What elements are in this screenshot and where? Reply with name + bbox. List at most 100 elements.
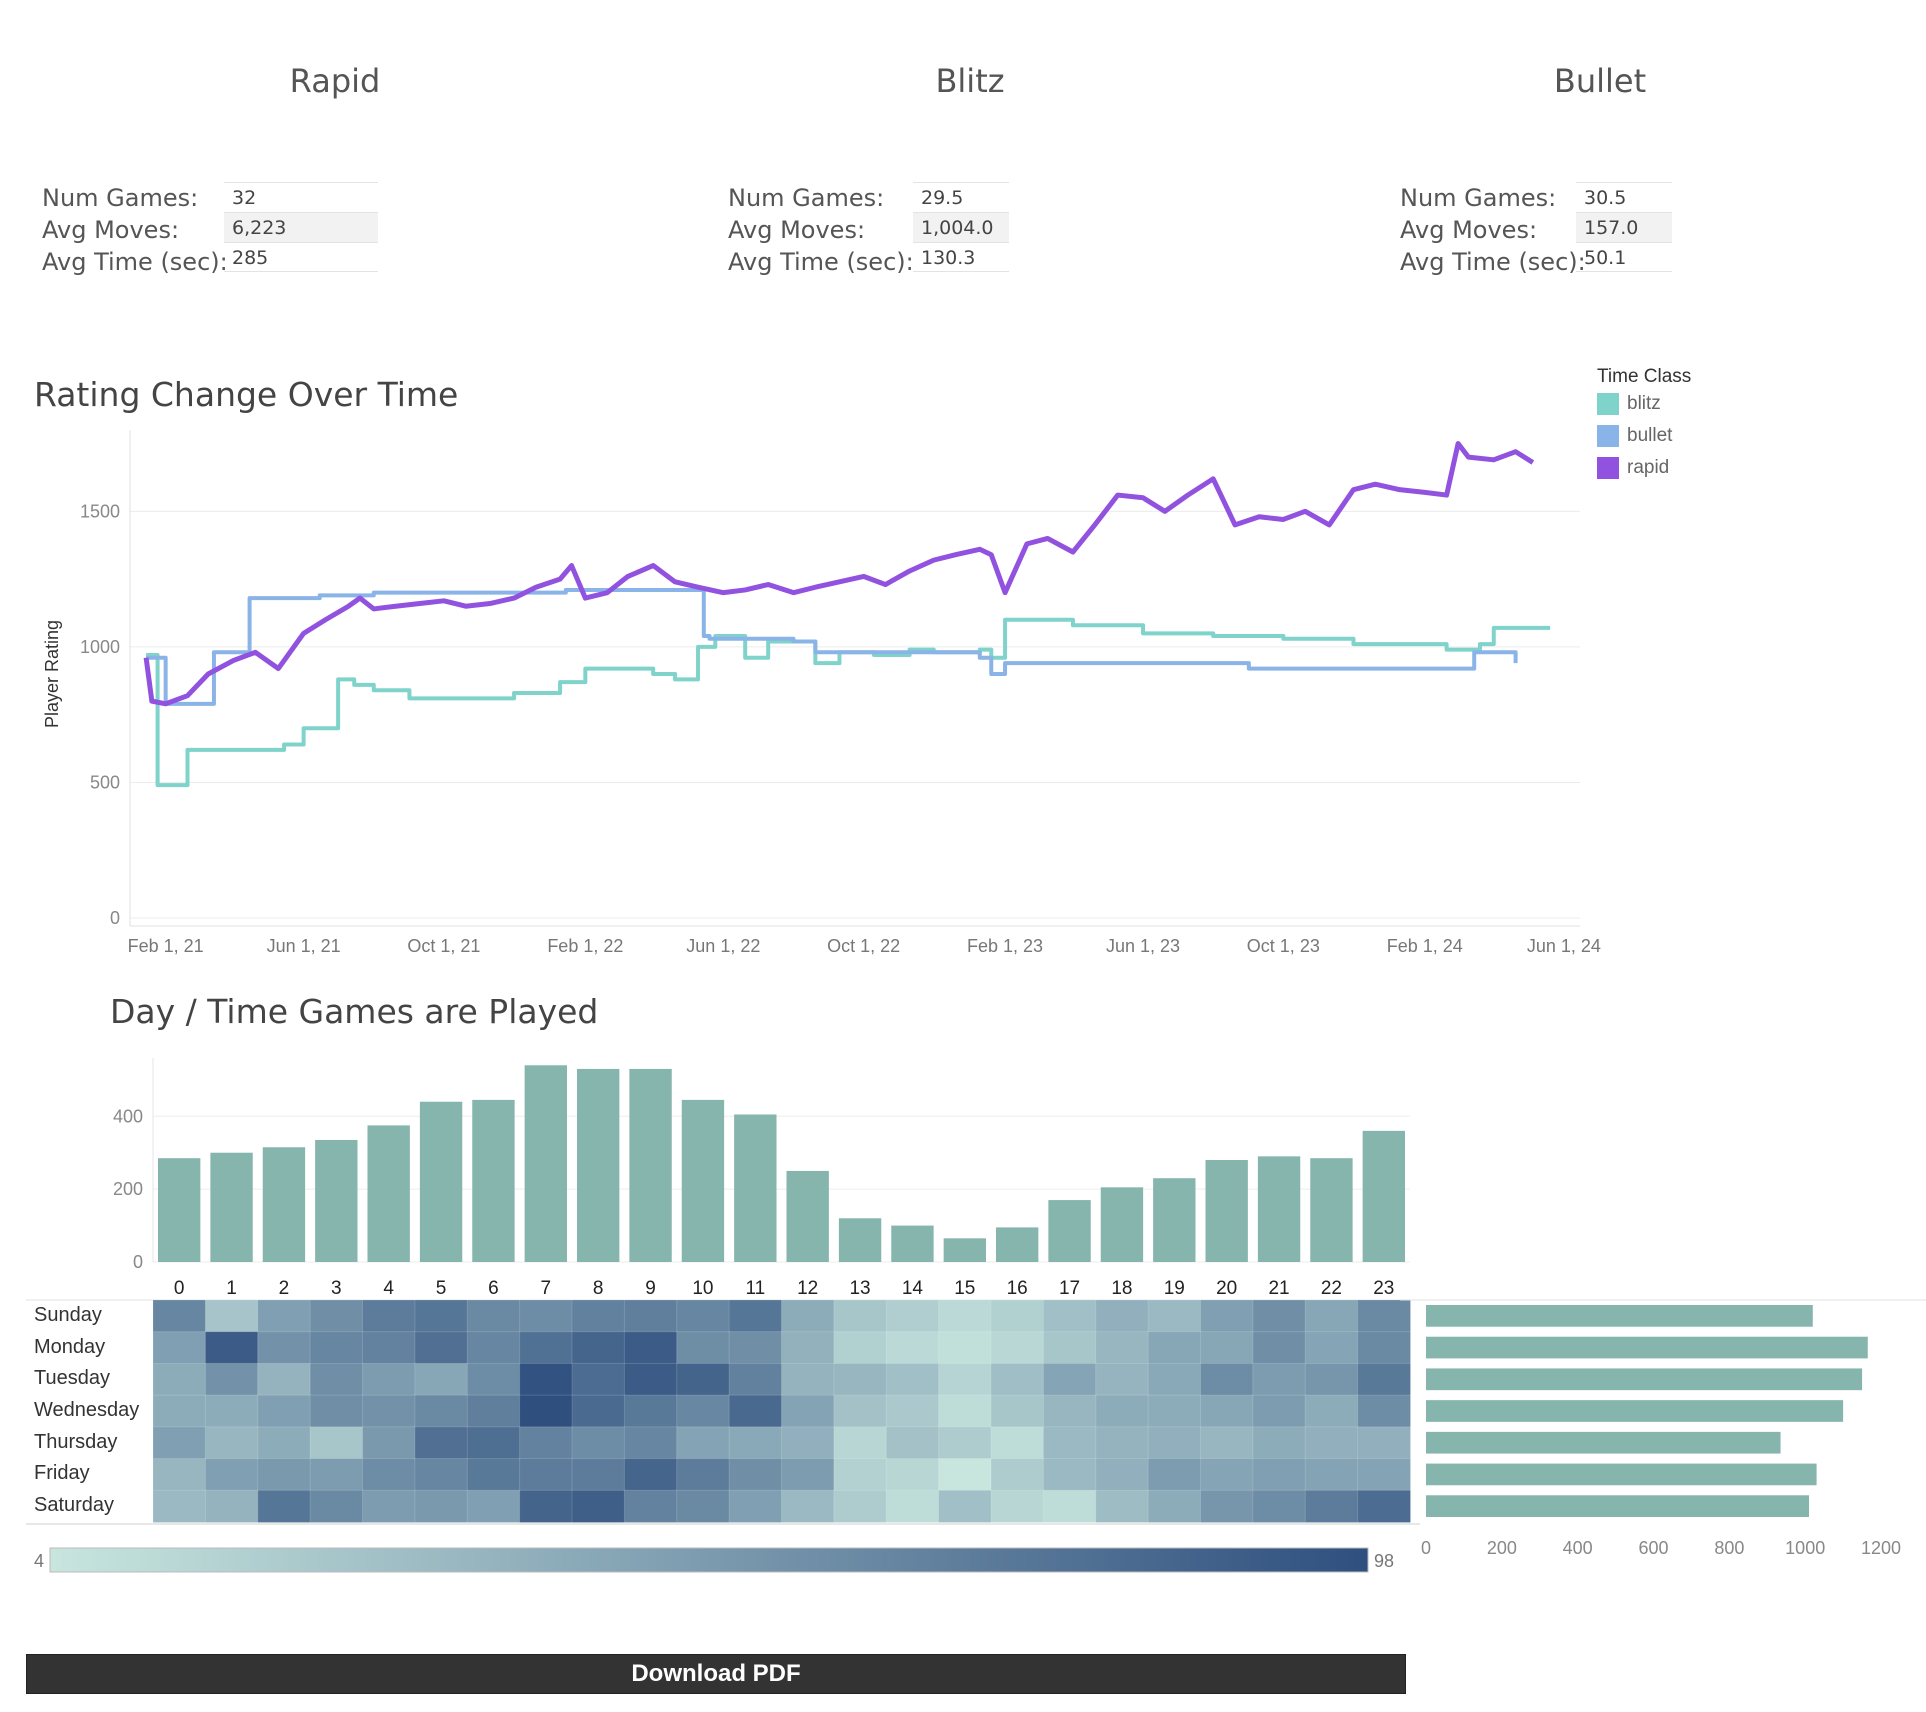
heatmap-cell[interactable] xyxy=(1252,1489,1307,1524)
heatmap-cell[interactable] xyxy=(1042,1299,1097,1333)
heatmap-cell[interactable] xyxy=(676,1489,731,1524)
heatmap-cell[interactable] xyxy=(1147,1458,1202,1492)
heatmap-cell[interactable] xyxy=(1042,1362,1097,1397)
heatmap-cell[interactable] xyxy=(728,1426,783,1460)
heatmap-cell[interactable] xyxy=(1252,1394,1307,1428)
heatmap-cell[interactable] xyxy=(781,1458,835,1492)
heatmap-cell[interactable] xyxy=(257,1489,312,1524)
heatmap-cell[interactable] xyxy=(414,1331,469,1365)
heatmap-cell[interactable] xyxy=(204,1362,259,1397)
heatmap-cell[interactable] xyxy=(1147,1489,1202,1524)
heatmap-cell[interactable] xyxy=(362,1426,416,1460)
hour-bar[interactable] xyxy=(262,1147,306,1262)
heatmap-cell[interactable] xyxy=(1095,1489,1150,1524)
heatmap-cell[interactable] xyxy=(1042,1426,1097,1460)
heatmap-cell[interactable] xyxy=(204,1458,259,1492)
heatmap-cell[interactable] xyxy=(781,1331,835,1365)
heatmap-cell[interactable] xyxy=(938,1362,992,1397)
legend-item-blitz[interactable]: blitz xyxy=(1597,388,1691,420)
heatmap-cell[interactable] xyxy=(1042,1331,1097,1365)
heatmap-cell[interactable] xyxy=(152,1362,207,1397)
heatmap-cell[interactable] xyxy=(309,1394,364,1428)
heatmap-cell[interactable] xyxy=(362,1394,416,1428)
heatmap-cell[interactable] xyxy=(623,1489,678,1524)
heatmap-cell[interactable] xyxy=(414,1394,469,1428)
heatmap-cell[interactable] xyxy=(676,1299,731,1333)
heatmap-cell[interactable] xyxy=(257,1458,312,1492)
heatmap-cell[interactable] xyxy=(204,1426,259,1460)
heatmap-cell[interactable] xyxy=(571,1426,626,1460)
heatmap-cell[interactable] xyxy=(833,1489,888,1524)
hour-bar[interactable] xyxy=(1310,1158,1353,1262)
heatmap-cell[interactable] xyxy=(414,1458,469,1492)
heatmap-cell[interactable] xyxy=(938,1489,992,1524)
hour-bar[interactable] xyxy=(577,1068,620,1262)
heatmap-cell[interactable] xyxy=(362,1489,416,1524)
heatmap-cell[interactable] xyxy=(623,1362,678,1397)
hour-bar[interactable] xyxy=(1100,1187,1144,1262)
heatmap-cell[interactable] xyxy=(309,1489,364,1524)
heatmap-cell[interactable] xyxy=(571,1299,626,1333)
heatmap-cell[interactable] xyxy=(728,1362,783,1397)
heatmap-cell[interactable] xyxy=(676,1394,731,1428)
heatmap-cell[interactable] xyxy=(833,1331,888,1365)
rating-line-chart[interactable]: 0 500 1000 1500 Feb 1, 21 Jun 1, 21 Oct 1, 21 F… xyxy=(0,420,1620,980)
heatmap-cell[interactable] xyxy=(362,1299,416,1333)
heatmap-cell[interactable] xyxy=(885,1394,940,1428)
heatmap-cell[interactable] xyxy=(414,1362,469,1397)
heatmap-cell[interactable] xyxy=(623,1458,678,1492)
heatmap-cell[interactable] xyxy=(1304,1362,1359,1397)
day-bar[interactable] xyxy=(1426,1305,1813,1327)
heatmap-cell[interactable] xyxy=(1200,1394,1254,1428)
heatmap-cell[interactable] xyxy=(204,1489,259,1524)
hour-bar[interactable] xyxy=(681,1099,725,1262)
heatmap-cell[interactable] xyxy=(152,1458,207,1492)
heatmap-cell[interactable] xyxy=(519,1458,573,1492)
heatmap-cell[interactable] xyxy=(1042,1489,1097,1524)
heatmap-cell[interactable] xyxy=(571,1394,626,1428)
heatmap-cell[interactable] xyxy=(1304,1394,1359,1428)
heatmap-cell[interactable] xyxy=(781,1426,835,1460)
heatmap-cell[interactable] xyxy=(833,1458,888,1492)
heatmap-cell[interactable] xyxy=(885,1331,940,1365)
heatmap-cell[interactable] xyxy=(1147,1331,1202,1365)
heatmap-cell[interactable] xyxy=(990,1362,1045,1397)
heatmap-cell[interactable] xyxy=(1042,1458,1097,1492)
heatmap-cell[interactable] xyxy=(623,1299,678,1333)
heatmap-cell[interactable] xyxy=(938,1426,992,1460)
hour-bar[interactable] xyxy=(838,1218,882,1262)
heatmap-cell[interactable] xyxy=(571,1489,626,1524)
download-pdf-button[interactable]: Download PDF xyxy=(26,1654,1406,1694)
heatmap-cell[interactable] xyxy=(362,1331,416,1365)
heatmap-cell[interactable] xyxy=(466,1331,521,1365)
heatmap-cell[interactable] xyxy=(676,1362,731,1397)
heatmap-cell[interactable] xyxy=(885,1299,940,1333)
heatmap-cell[interactable] xyxy=(990,1331,1045,1365)
heatmap-cell[interactable] xyxy=(781,1299,835,1333)
heatmap-cell[interactable] xyxy=(571,1362,626,1397)
heatmap-cell[interactable] xyxy=(466,1299,521,1333)
heatmap-cell[interactable] xyxy=(1042,1394,1097,1428)
hour-bar[interactable] xyxy=(158,1158,201,1262)
heatmap-cell[interactable] xyxy=(1252,1426,1307,1460)
hour-bar[interactable] xyxy=(1048,1200,1091,1262)
heatmap-cell[interactable] xyxy=(833,1394,888,1428)
heatmap-cell[interactable] xyxy=(1304,1331,1359,1365)
heatmap-cell[interactable] xyxy=(466,1489,521,1524)
heatmap-cell[interactable] xyxy=(1147,1362,1202,1397)
hour-bar[interactable] xyxy=(419,1101,463,1262)
heatmap-cell[interactable] xyxy=(152,1331,207,1365)
heatmap-cell[interactable] xyxy=(833,1426,888,1460)
heatmap-cell[interactable] xyxy=(571,1458,626,1492)
day-bar[interactable] xyxy=(1426,1431,1781,1454)
heatmap-cell[interactable] xyxy=(1252,1331,1307,1365)
heatmap-cell[interactable] xyxy=(1095,1362,1150,1397)
heatmap-cell[interactable] xyxy=(414,1426,469,1460)
heatmap-cell[interactable] xyxy=(152,1299,207,1333)
heatmap-cell[interactable] xyxy=(833,1362,888,1397)
heatmap-cell[interactable] xyxy=(152,1426,207,1460)
heatmap-cell[interactable] xyxy=(1095,1394,1150,1428)
heatmap-cell[interactable] xyxy=(466,1458,521,1492)
heatmap-cell[interactable] xyxy=(728,1299,783,1333)
hour-bar[interactable] xyxy=(315,1139,358,1262)
